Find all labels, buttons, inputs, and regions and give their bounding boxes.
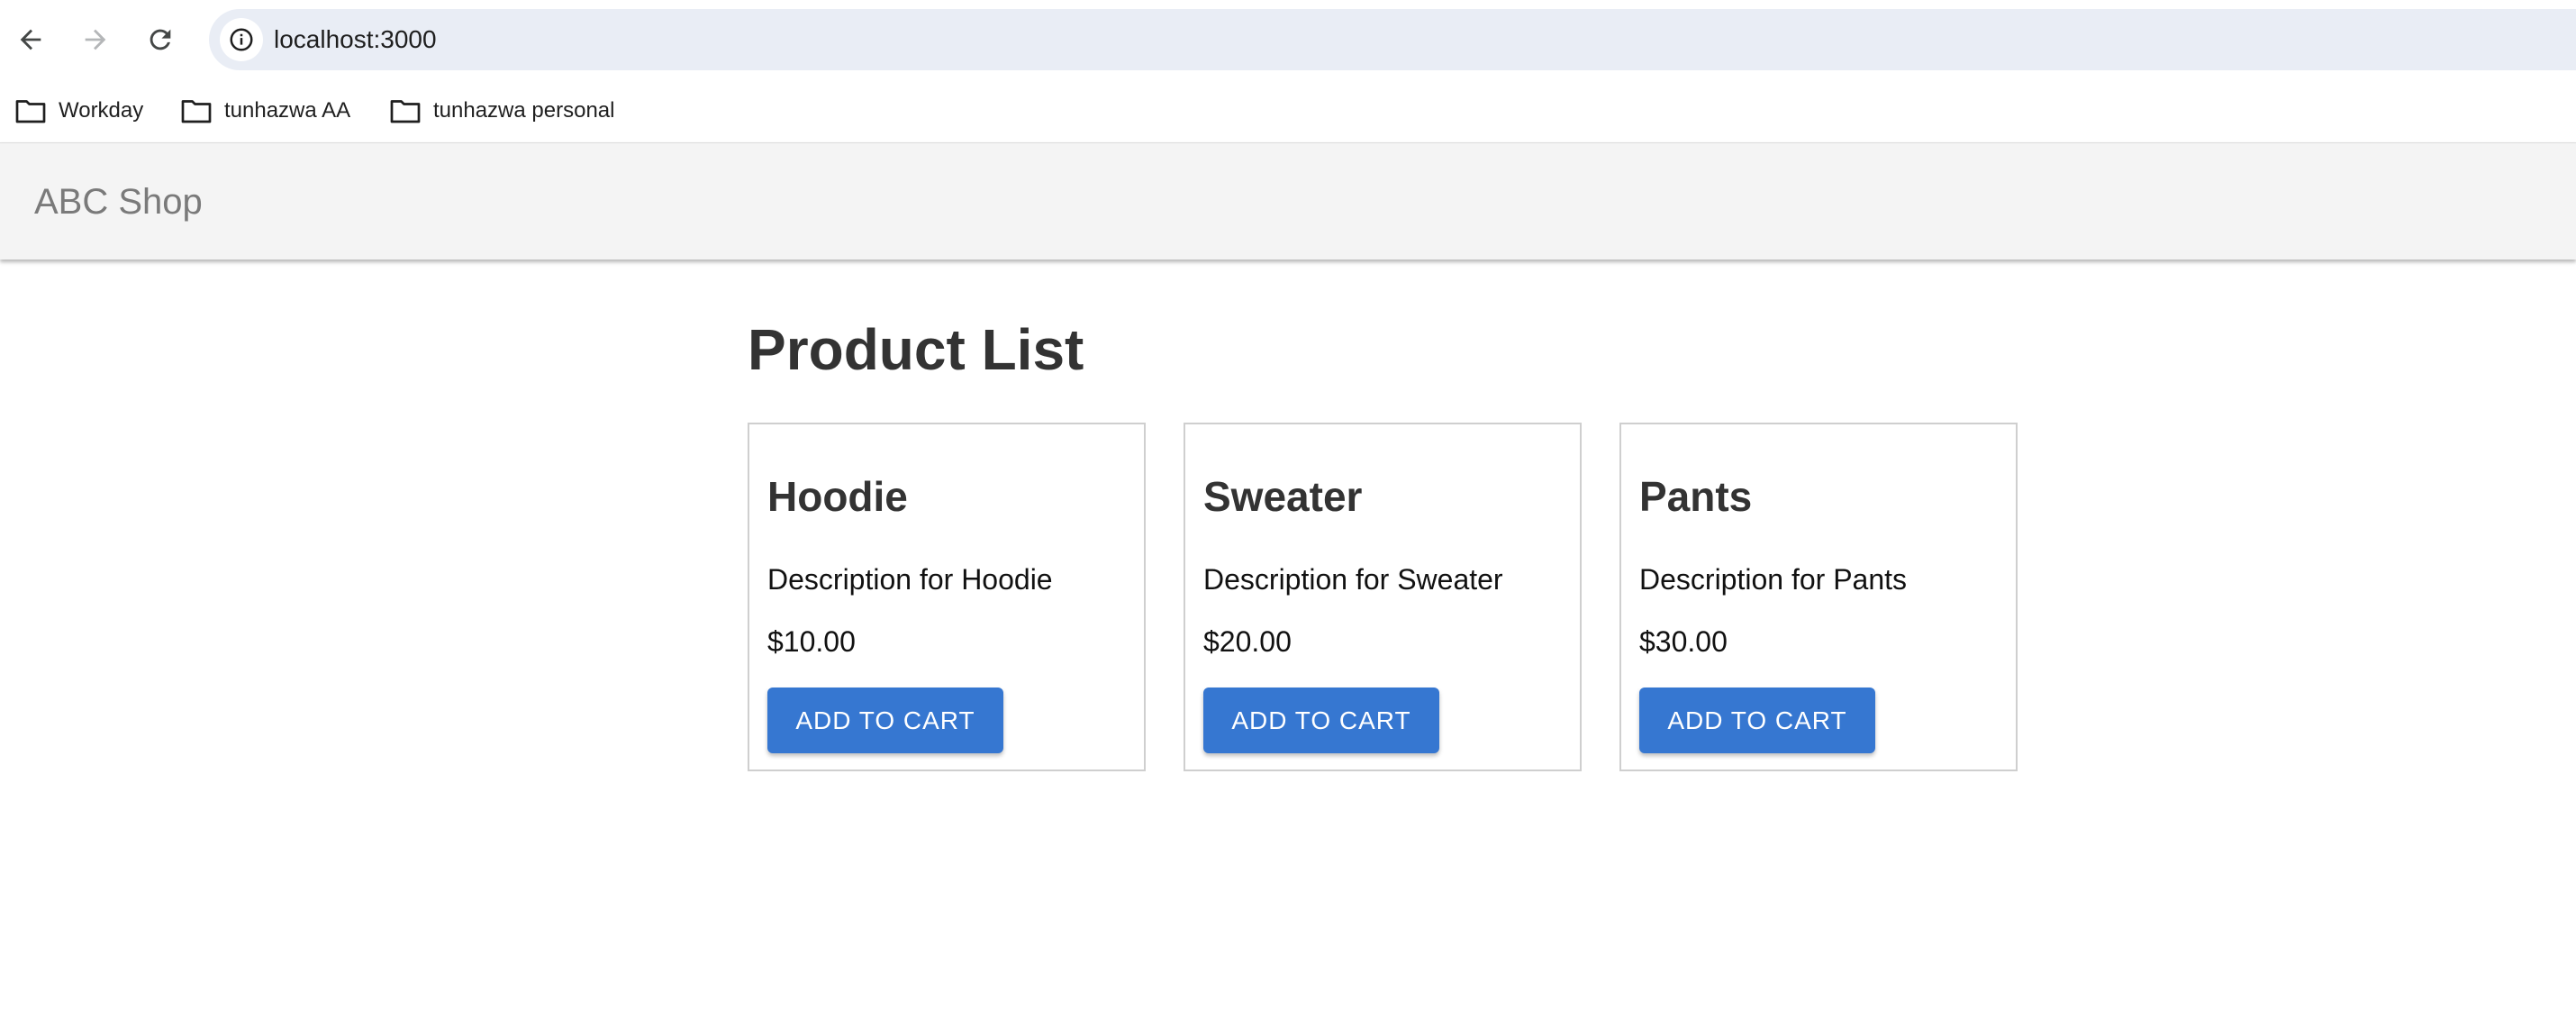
- browser-toolbar: localhost:3000: [0, 0, 2576, 79]
- add-to-cart-button[interactable]: ADD TO CART: [1639, 688, 1875, 753]
- bookmark-folder-workday[interactable]: Workday: [14, 92, 143, 130]
- product-name: Sweater: [1203, 473, 1363, 520]
- bookmark-folder-tunhazwa-aa[interactable]: tunhazwa AA: [180, 92, 350, 130]
- bookmark-label: tunhazwa personal: [433, 98, 615, 123]
- app-header: ABC Shop: [0, 142, 2576, 260]
- product-description: Description for Sweater: [1203, 563, 1503, 596]
- forward-button[interactable]: [76, 20, 115, 59]
- product-description: Description for Hoodie: [767, 563, 1053, 596]
- brand-logo-text[interactable]: ABC Shop: [34, 143, 203, 260]
- product-price: $10.00: [767, 625, 856, 658]
- add-to-cart-button[interactable]: ADD TO CART: [1203, 688, 1439, 753]
- arrow-right-icon: [85, 29, 106, 50]
- product-name: Hoodie: [767, 473, 908, 520]
- site-info-button[interactable]: [220, 18, 263, 61]
- product-name: Pants: [1639, 473, 1753, 520]
- bookmark-label: tunhazwa AA: [224, 98, 351, 123]
- folder-icon: [15, 100, 46, 123]
- reload-button[interactable]: [141, 20, 180, 59]
- product-card-hoodie: Hoodie Description for Hoodie $10.00 ADD…: [748, 423, 1146, 771]
- folder-icon: [181, 100, 212, 123]
- address-bar[interactable]: localhost:3000: [209, 9, 2576, 70]
- info-icon: [230, 28, 253, 51]
- product-card-sweater: Sweater Description for Sweater $20.00 A…: [1184, 423, 1582, 771]
- arrow-left-icon: [20, 29, 41, 50]
- folder-icon: [390, 100, 421, 123]
- product-price: $30.00: [1639, 625, 1728, 658]
- page-title: Product List: [748, 317, 1084, 382]
- reload-icon: [150, 29, 171, 50]
- product-card-pants: Pants Description for Pants $30.00 ADD T…: [1619, 423, 2018, 771]
- product-price: $20.00: [1203, 625, 1292, 658]
- back-button[interactable]: [11, 20, 50, 59]
- bookmark-label: Workday: [59, 98, 144, 123]
- url-text: localhost:3000: [274, 25, 437, 53]
- bookmarks-bar: Workday tunhazwa AA tunhazwa personal: [0, 79, 2576, 142]
- add-to-cart-button[interactable]: ADD TO CART: [767, 688, 1003, 753]
- product-description: Description for Pants: [1639, 563, 1908, 596]
- bookmark-folder-tunhazwa-personal[interactable]: tunhazwa personal: [389, 92, 614, 130]
